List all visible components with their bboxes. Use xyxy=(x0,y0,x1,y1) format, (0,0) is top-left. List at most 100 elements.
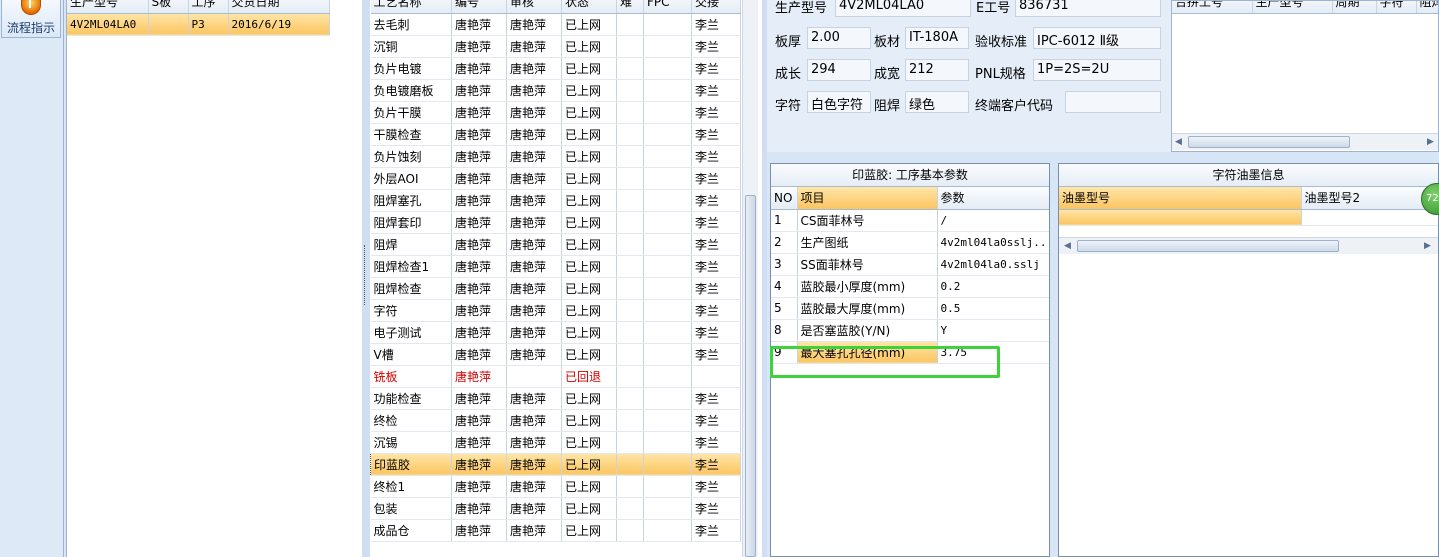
col-merge-char[interactable]: 字符 xyxy=(1376,1,1417,14)
col-date[interactable]: 交货日期 xyxy=(228,0,330,14)
merge-hscroll-thumb[interactable] xyxy=(1188,136,1350,148)
process-fpc xyxy=(643,123,692,146)
merge-hscroll[interactable]: ◀ ▶ xyxy=(1172,133,1438,150)
process-difficulty xyxy=(616,277,644,300)
scroll-right-icon[interactable]: ▶ xyxy=(1427,136,1434,148)
table-row[interactable]: 2 生产图纸 4v2ml04la0sslj... xyxy=(771,231,1049,254)
table-row[interactable]: 5 蓝胶最大厚度(mm) 0.5 xyxy=(771,297,1049,320)
table-row[interactable]: 沉锡 唐艳萍 唐艳萍 已上网 李兰 xyxy=(370,431,741,454)
char-field[interactable]: 白色字符 xyxy=(807,91,871,113)
process-vscroll[interactable] xyxy=(742,0,758,557)
table-row[interactable]: 功能检查 唐艳萍 唐艳萍 已上网 李兰 xyxy=(370,387,741,410)
col-audit[interactable]: 审核 xyxy=(506,0,562,14)
table-row[interactable]: 阻焊检查1 唐艳萍 唐艳萍 已上网 李兰 xyxy=(370,255,741,278)
thickness-field[interactable]: 2.00 xyxy=(807,27,871,49)
ink-hscroll[interactable]: ◀ ▶ xyxy=(1059,237,1438,254)
process-status: 已上网 xyxy=(561,13,617,36)
col-handover[interactable]: 交接 xyxy=(691,0,741,14)
process-name: 负电镀磨板 xyxy=(370,79,452,102)
flow-guide-button[interactable]: 流程指示 xyxy=(1,0,61,38)
process-difficulty xyxy=(616,431,644,454)
e-number-field[interactable]: 836731 xyxy=(1015,0,1161,17)
process-name: 阻焊套印 xyxy=(370,211,452,234)
process-vscroll-thumb[interactable] xyxy=(745,195,756,557)
process-status: 已上网 xyxy=(561,497,617,520)
col-code[interactable]: 编号 xyxy=(451,0,507,14)
col-ink-model[interactable]: 油墨型号 xyxy=(1059,187,1302,210)
table-row[interactable]: 字符 唐艳萍 唐艳萍 已上网 李兰 xyxy=(370,299,741,322)
process-difficulty xyxy=(616,35,644,58)
col-model[interactable]: 生产型号 xyxy=(67,0,149,14)
col-status[interactable]: 状态 xyxy=(561,0,617,14)
standard-field[interactable]: IPC-6012 Ⅱ级 xyxy=(1033,27,1161,49)
process-code: 唐艳萍 xyxy=(451,497,507,520)
table-row[interactable]: 终检 唐艳萍 唐艳萍 已上网 李兰 xyxy=(370,409,741,432)
col-fpc[interactable]: FPC xyxy=(643,0,692,14)
table-row[interactable] xyxy=(1059,209,1438,226)
table-row[interactable]: 印蓝胶 唐艳萍 唐艳萍 已上网 李兰 xyxy=(370,453,741,476)
table-row[interactable]: 干膜检查 唐艳萍 唐艳萍 已上网 李兰 xyxy=(370,123,741,146)
model-field[interactable]: 4V2ML04LA0 xyxy=(835,0,971,17)
col-merge-cycle[interactable]: 周期 xyxy=(1332,1,1377,14)
process-code: 唐艳萍 xyxy=(451,321,507,344)
table-row[interactable]: 外层AOI 唐艳萍 唐艳萍 已上网 李兰 xyxy=(370,167,741,190)
splitter-left[interactable] xyxy=(362,0,370,557)
col-ink-model2[interactable]: 油墨型号2 xyxy=(1301,187,1438,210)
table-row[interactable]: 负片干膜 唐艳萍 唐艳萍 已上网 李兰 xyxy=(370,101,741,124)
col-merge-no[interactable]: 合拼工号 xyxy=(1172,1,1253,14)
process-handover: 李兰 xyxy=(691,35,741,58)
col-no[interactable]: NO xyxy=(771,187,798,210)
process-fpc xyxy=(643,233,692,256)
table-row[interactable]: 9 最大塞孔孔径(mm) 3.75 xyxy=(771,341,1049,364)
table-row[interactable]: 铣板 唐艳萍 已回退 xyxy=(370,365,741,388)
table-row[interactable]: 电子测试 唐艳萍 唐艳萍 已上网 李兰 xyxy=(370,321,741,344)
col-item[interactable]: 项目 xyxy=(797,187,938,210)
table-row[interactable]: 去毛刺 唐艳萍 唐艳萍 已上网 李兰 xyxy=(370,13,741,36)
table-row[interactable]: 成品仓 唐艳萍 唐艳萍 已上网 李兰 xyxy=(370,519,741,542)
process-difficulty xyxy=(616,365,644,388)
table-row[interactable]: 负片蚀刻 唐艳萍 唐艳萍 已上网 李兰 xyxy=(370,145,741,168)
process-status: 已上网 xyxy=(561,101,617,124)
mask-field[interactable]: 绿色 xyxy=(905,91,969,113)
process-name: 功能检查 xyxy=(370,387,452,410)
table-row[interactable]: 终检1 唐艳萍 唐艳萍 已上网 李兰 xyxy=(370,475,741,498)
splitter-horizontal[interactable] xyxy=(767,152,1439,162)
customer-field[interactable] xyxy=(1065,91,1161,113)
table-row[interactable]: 包装 唐艳萍 唐艳萍 已上网 李兰 xyxy=(370,497,741,520)
col-param[interactable]: 参数 xyxy=(937,187,1049,210)
col-merge-mask[interactable]: 阻焊 xyxy=(1416,1,1438,14)
scroll-left-icon[interactable]: ◀ xyxy=(1175,136,1182,148)
col-merge-model[interactable]: 生产型号 xyxy=(1252,1,1333,14)
width-field[interactable]: 212 xyxy=(905,59,969,81)
ink-hscroll-thumb[interactable] xyxy=(1077,240,1339,252)
scroll-right-icon[interactable]: ▶ xyxy=(1424,240,1431,252)
material-field[interactable]: IT-180A xyxy=(905,27,969,49)
process-name: 沉锡 xyxy=(370,431,452,454)
length-field[interactable]: 294 xyxy=(807,59,871,81)
table-row[interactable]: 负片电镀 唐艳萍 唐艳萍 已上网 李兰 xyxy=(370,57,741,80)
process-handover: 李兰 xyxy=(691,475,741,498)
table-row[interactable]: V槽 唐艳萍 唐艳萍 已上网 李兰 xyxy=(370,343,741,366)
table-row[interactable]: 4 蓝胶最小厚度(mm) 0.2 xyxy=(771,275,1049,298)
table-row[interactable]: 沉铜 唐艳萍 唐艳萍 已上网 李兰 xyxy=(370,35,741,58)
table-row[interactable]: 8 是否塞蓝胶(Y/N) Y xyxy=(771,319,1049,342)
process-handover: 李兰 xyxy=(691,233,741,256)
table-row[interactable]: 阻焊塞孔 唐艳萍 唐艳萍 已上网 李兰 xyxy=(370,189,741,212)
col-s[interactable]: S板 xyxy=(148,0,189,14)
col-process-name[interactable]: 工艺名称 xyxy=(370,0,452,14)
table-row[interactable]: 3 SS面菲林号 4v2ml04la0.sslj xyxy=(771,253,1049,276)
table-row[interactable]: 阻焊套印 唐艳萍 唐艳萍 已上网 李兰 xyxy=(370,211,741,234)
col-step[interactable]: 工序 xyxy=(188,0,229,14)
scroll-left-icon[interactable]: ◀ xyxy=(1064,240,1071,252)
table-row[interactable]: 4V2ML04LA0 P3 2016/6/19 xyxy=(67,13,330,36)
col-difficulty[interactable]: 难 xyxy=(616,0,644,14)
char-label: 字符 xyxy=(775,99,802,114)
table-row[interactable]: 阻焊 唐艳萍 唐艳萍 已上网 李兰 xyxy=(370,233,741,256)
process-code: 唐艳萍 xyxy=(451,409,507,432)
table-row[interactable]: 阻焊检查 唐艳萍 唐艳萍 已上网 李兰 xyxy=(370,277,741,300)
process-code: 唐艳萍 xyxy=(451,57,507,80)
pnl-field[interactable]: 1P=2S=2U xyxy=(1033,59,1161,81)
table-row[interactable]: 1 CS面菲林号 / xyxy=(771,209,1049,232)
process-fpc xyxy=(643,475,692,498)
table-row[interactable]: 负电镀磨板 唐艳萍 唐艳萍 已上网 李兰 xyxy=(370,79,741,102)
